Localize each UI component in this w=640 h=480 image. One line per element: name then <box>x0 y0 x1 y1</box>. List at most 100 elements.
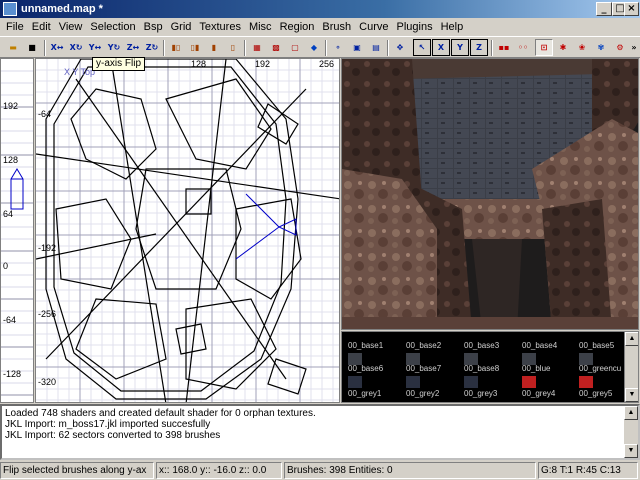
menu-edit[interactable]: Edit <box>28 19 55 35</box>
z-tick: 0 <box>3 261 9 271</box>
menu-curve[interactable]: Curve <box>355 19 392 35</box>
select-touching-icon[interactable]: ▯▮ <box>186 39 204 56</box>
scroll-up-icon[interactable]: ▲ <box>625 332 638 346</box>
camera-view[interactable] <box>341 58 639 330</box>
menu-view[interactable]: View <box>55 19 87 35</box>
minimize-button[interactable]: _ <box>596 2 612 16</box>
y-tick: -64 <box>38 109 52 119</box>
texture-scrollbar[interactable]: ▲ ▼ <box>624 332 638 402</box>
console-line: Loaded 748 shaders and created default s… <box>5 408 316 419</box>
menu-bar: File Edit View Selection Bsp Grid Textur… <box>0 18 640 36</box>
close-button[interactable]: × <box>624 2 639 16</box>
texture-item[interactable]: 00_grey3 <box>464 389 518 398</box>
complete-tall-icon[interactable]: ▮▯ <box>167 39 185 56</box>
x-axis-flip-icon[interactable]: X↔ <box>48 39 66 56</box>
texture-browser[interactable]: 00_base1 00_base2 00_base3 00_base4 00_b… <box>341 331 639 403</box>
console-line: JKL Import: 62 sectors converted to 398 … <box>5 430 221 441</box>
curve-bend-icon[interactable]: ❀ <box>573 39 591 56</box>
z-tick: -128 <box>3 369 22 379</box>
console-scrollbar[interactable]: ▲ ▼ <box>624 406 638 458</box>
texture-lock-icon[interactable]: ▤ <box>367 39 385 56</box>
show-entities-icon[interactable]: ✱ <box>554 39 572 56</box>
toolbar-more-icon[interactable]: » <box>628 39 640 56</box>
y-view-icon[interactable]: Y <box>451 39 469 56</box>
y-axis-rotate-icon[interactable]: Y↻ <box>105 39 123 56</box>
menu-bsp[interactable]: Bsp <box>140 19 167 35</box>
clipper-icon[interactable]: ◆ <box>305 39 323 56</box>
z-axis-flip-icon[interactable]: Z↔ <box>124 39 142 56</box>
texture-thumb <box>464 376 478 388</box>
xy-view[interactable]: X Y Top 128 192 256 -64 -192 -256 -320 <box>35 58 340 403</box>
x-axis-rotate-icon[interactable]: X↻ <box>67 39 85 56</box>
camera-render <box>342 59 638 329</box>
z-tick: 128 <box>3 155 19 165</box>
scroll-down-icon[interactable]: ▼ <box>625 388 638 402</box>
z-tick: -64 <box>3 315 17 325</box>
x-tick: 256 <box>319 59 335 69</box>
texture-item[interactable]: 00_base8 <box>464 364 518 373</box>
x-view-icon[interactable]: X <box>432 39 450 56</box>
texture-item[interactable]: 00_base2 <box>406 341 460 350</box>
menu-plugins[interactable]: Plugins <box>393 19 437 35</box>
texture-thumb <box>406 376 420 388</box>
menu-grid[interactable]: Grid <box>167 19 196 35</box>
scroll-down-icon[interactable]: ▼ <box>624 444 638 458</box>
y-axis-flip-icon[interactable]: Y↔ <box>86 39 104 56</box>
texture-item[interactable]: 00_base3 <box>464 341 518 350</box>
scroll-up-icon[interactable]: ▲ <box>624 406 638 420</box>
camera-icon[interactable]: ↖ <box>413 39 431 56</box>
texture-item[interactable]: 00_base7 <box>406 364 460 373</box>
save-icon[interactable]: ■ <box>23 39 41 56</box>
texture-item[interactable]: 00_grey1 <box>348 389 402 398</box>
y-tick: -192 <box>38 243 57 253</box>
csg-merge-icon[interactable]: ▩ <box>267 39 285 56</box>
texture-item[interactable]: 00_base6 <box>348 364 402 373</box>
z-view[interactable]: 192 128 64 0 -64 -128 <box>0 58 34 403</box>
status-message: Flip selected brushes along y-ax <box>0 462 154 479</box>
title-bar: unnamed.map * <box>0 0 640 18</box>
texture-item[interactable]: 00_grey2 <box>406 389 460 398</box>
menu-brush[interactable]: Brush <box>318 19 355 35</box>
open-icon[interactable]: ▬ <box>4 39 22 56</box>
status-counts: Brushes: 398 Entities: 0 <box>284 462 536 479</box>
menu-textures[interactable]: Textures <box>195 19 245 35</box>
y-tick: -256 <box>38 309 57 319</box>
x-tick: 128 <box>191 59 207 69</box>
menu-selection[interactable]: Selection <box>86 19 139 35</box>
window-title: unnamed.map * <box>21 3 103 15</box>
texture-item[interactable]: 00_base4 <box>522 341 576 350</box>
texture-item[interactable]: 00_blue <box>522 364 576 373</box>
change-views-icon[interactable]: ⚬ <box>329 39 347 56</box>
z-tick: 192 <box>3 101 19 111</box>
z-tick: 64 <box>3 209 14 219</box>
xy-grid <box>36 59 339 402</box>
z-axis-rotate-icon[interactable]: Z↻ <box>143 39 161 56</box>
menu-help[interactable]: Help <box>437 19 468 35</box>
texture-view-icon[interactable]: ▣ <box>348 39 366 56</box>
toolbar: ▬ ■ X↔ X↻ Y↔ Y↻ Z↔ Z↻ ▮▯ ▯▮ ▮ ▯ ▦ ▩ ▢ ◆ … <box>0 36 640 58</box>
texture-item[interactable]: 00_grey4 <box>522 389 576 398</box>
view-label: X Y Top <box>64 67 96 77</box>
z-view-icon[interactable]: Z <box>470 39 488 56</box>
texture-item[interactable]: 00_base1 <box>348 341 402 350</box>
texture-thumb <box>348 376 362 388</box>
tooltip: y-axis Flip <box>92 57 146 71</box>
texture-thumb <box>522 376 536 388</box>
select-inside-icon[interactable]: ▯ <box>224 39 242 56</box>
texture-fit-icon[interactable]: ⚙ <box>611 39 629 56</box>
curve-edit-icon[interactable]: ◦◦ <box>514 39 532 56</box>
menu-misc[interactable]: Misc <box>245 19 276 35</box>
brush-wireframe <box>36 59 339 402</box>
app-icon <box>3 2 17 16</box>
menu-region[interactable]: Region <box>276 19 319 35</box>
cubic-clip-icon[interactable]: ✥ <box>391 39 409 56</box>
entity-view-icon[interactable]: ⊡ <box>535 39 553 56</box>
hollow-icon[interactable]: ▢ <box>286 39 304 56</box>
curve-patch-icon[interactable]: ▪▪ <box>495 39 513 56</box>
plugin-tool-icon[interactable]: ✾ <box>592 39 610 56</box>
console-line: JKL Import: m_boss17.jkl imported succes… <box>5 419 211 430</box>
csg-subtract-icon[interactable]: ▦ <box>248 39 266 56</box>
menu-file[interactable]: File <box>2 19 28 35</box>
console-log[interactable]: Loaded 748 shaders and created default s… <box>0 404 640 460</box>
select-partial-tall-icon[interactable]: ▮ <box>205 39 223 56</box>
